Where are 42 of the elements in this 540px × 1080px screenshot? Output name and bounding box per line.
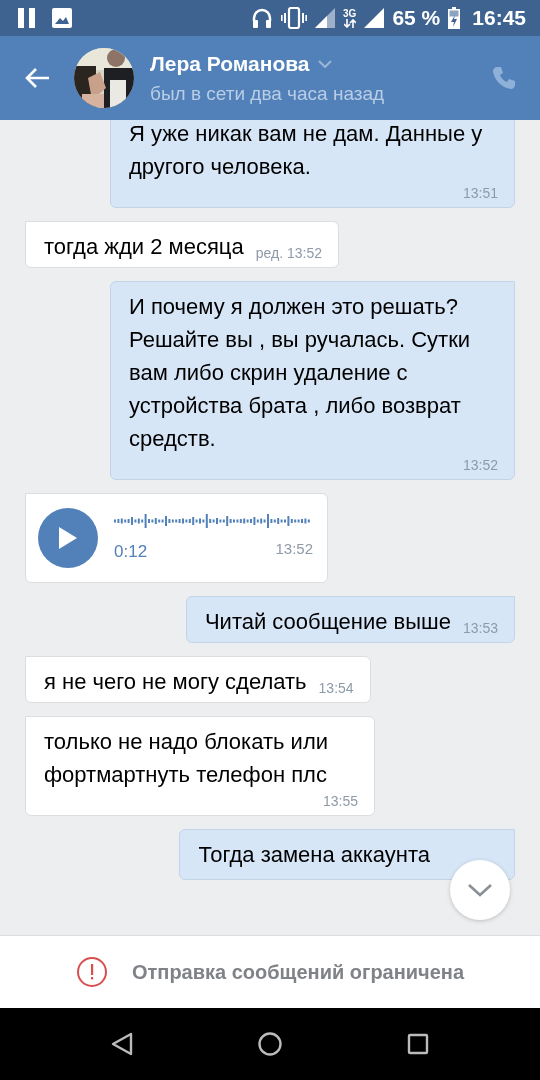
headphones-icon xyxy=(251,7,274,29)
message-time: 13:51 xyxy=(461,184,498,203)
battery-icon xyxy=(448,7,461,29)
home-button[interactable] xyxy=(258,1032,282,1056)
voice-duration: 0:12 xyxy=(114,541,148,564)
battery-percent: 65 % xyxy=(392,5,441,32)
square-icon xyxy=(407,1033,430,1055)
signal-icon xyxy=(364,8,385,28)
back-button[interactable] xyxy=(24,67,50,89)
restriction-notice: Отправка сообщений ограничена xyxy=(131,960,465,985)
phone-icon xyxy=(492,66,516,90)
clock: 16:45 xyxy=(472,5,526,32)
message-time: 13:53 xyxy=(461,619,498,638)
back-nav-button[interactable] xyxy=(110,1032,133,1056)
message-text: Тогда замена аккаунта xyxy=(198,841,430,869)
message-text: только не надо блокать или фортмартнуть телефон плс xyxy=(44,728,330,789)
back-triangle-icon xyxy=(110,1032,133,1056)
contact-name: Лера Романова xyxy=(150,51,310,77)
last-seen-status: был в сети два часа назад xyxy=(150,81,385,106)
image-icon xyxy=(52,8,72,28)
pause-icon xyxy=(18,8,36,28)
data-arrows-icon xyxy=(343,19,356,28)
message-time: ред. 13:52 xyxy=(254,244,322,263)
chevron-down-icon xyxy=(467,883,493,897)
warning-icon xyxy=(75,956,108,988)
message-time: 13:52 xyxy=(461,456,498,475)
recent-apps-button[interactable] xyxy=(407,1033,430,1055)
play-icon xyxy=(59,527,77,549)
message-text: Читай сообщение выше xyxy=(204,608,451,636)
play-button[interactable] xyxy=(38,508,98,568)
home-circle-icon xyxy=(258,1032,282,1056)
signal-icon xyxy=(315,8,336,28)
vibrate-icon xyxy=(281,7,308,29)
message-time: 13:54 xyxy=(317,679,354,698)
message-time: 13:52 xyxy=(274,539,313,560)
message-text: я не чего не могу сделать xyxy=(44,668,307,696)
message-time: 13:55 xyxy=(321,792,358,811)
message-text: тогда жди 2 месяца xyxy=(44,233,244,261)
back-arrow-icon xyxy=(24,67,50,89)
message-text: И почему я должен это решать? Решайте вы , вы ручалась. Сутки вам либо скрин удаление с устройства брата , либо возврат средств. xyxy=(129,293,472,453)
message-text: Я уже никак вам не дам. Данные у другого человека. xyxy=(129,120,484,181)
network-label: 3G xyxy=(343,8,357,19)
